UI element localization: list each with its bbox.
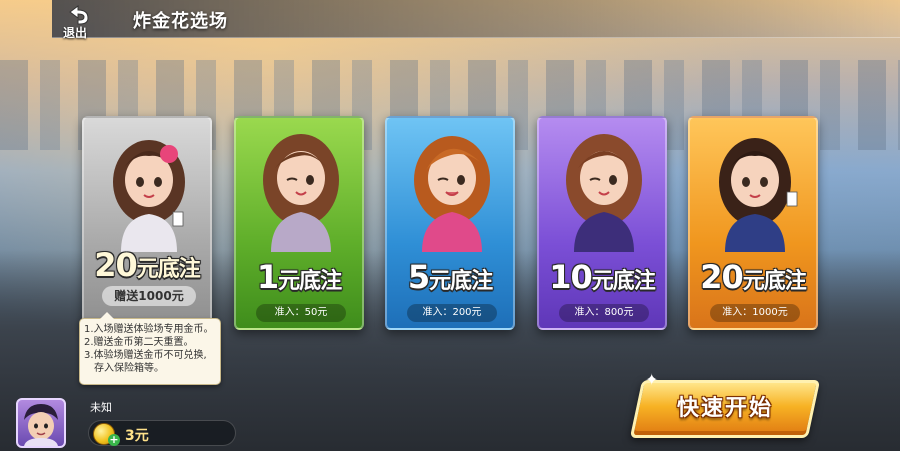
- stake-amount: 20: [700, 258, 744, 296]
- tooltip-line: 1.入场赠送体验场专用金币。: [84, 324, 214, 335]
- stake-label: 1元底注: [236, 258, 362, 296]
- stake-unit: 元底注: [591, 269, 656, 294]
- room-card-1[interactable]: 1元底注 准入：50元: [234, 116, 364, 330]
- coin-amount: 3元: [125, 428, 149, 444]
- tooltip-line: 存入保险箱等。: [94, 363, 164, 374]
- add-coins-button[interactable]: +: [108, 434, 120, 446]
- quick-start-label: 快速开始: [676, 396, 773, 421]
- player-avatar-icon: [24, 404, 58, 446]
- exit-label: 退出: [63, 26, 88, 40]
- dealer-girl-icon: [414, 136, 490, 252]
- entry-requirement: 准入：1000元: [710, 304, 800, 322]
- tooltip-arrow: [100, 312, 114, 319]
- tooltip-line: 3.体验场赠送金币不可兑换,: [84, 350, 207, 361]
- dealer-girl-icon: [719, 138, 798, 252]
- stake-unit: 元底注: [278, 269, 342, 294]
- room-card-trial[interactable]: 20元底注 赠送1000元: [82, 116, 212, 330]
- room-card-10[interactable]: 10元底注 准入：800元: [537, 116, 667, 330]
- stake-label: 5元底注: [387, 258, 513, 296]
- dealer-girl-icon: [113, 140, 185, 252]
- exit-button[interactable]: 退出: [58, 4, 98, 40]
- room-card-20[interactable]: 20元底注 准入：1000元: [688, 116, 818, 330]
- stake-unit: 元底注: [136, 257, 201, 282]
- room-card-5[interactable]: 5元底注 准入：200元: [385, 116, 515, 330]
- trial-room-tooltip: 1.入场赠送体验场专用金币。 2.赠送金币第二天重置。 3.体验场赠送金币不可兑…: [79, 312, 221, 385]
- bonus-badge: 赠送1000元: [102, 286, 196, 306]
- entry-requirement: 准入：200元: [407, 304, 497, 322]
- stake-amount: 5: [407, 258, 430, 296]
- page-title: 炸金花选场: [133, 11, 228, 32]
- entry-requirement: 准入：800元: [559, 304, 649, 322]
- dealer-girl-icon: [263, 134, 339, 252]
- tooltip-line: 2.赠送金币第二天重置。: [84, 337, 194, 348]
- coin-balance-bar: + 3元: [88, 420, 236, 446]
- stake-amount: 10: [549, 258, 593, 296]
- stake-label: 20元底注: [690, 258, 816, 296]
- stake-unit: 元底注: [742, 269, 807, 294]
- sparkle-icon: ✦: [645, 370, 659, 389]
- stake-label: 10元底注: [539, 258, 665, 296]
- stake-label: 20元底注: [84, 246, 210, 284]
- back-arrow-icon: [69, 5, 89, 25]
- stake-amount: 1: [256, 258, 279, 296]
- player-name: 未知: [90, 401, 112, 414]
- dealer-girl-icon: [566, 134, 642, 252]
- stake-unit: 元底注: [429, 269, 493, 294]
- entry-requirement: 准入：50元: [256, 304, 346, 322]
- quick-start-button[interactable]: 快速开始: [629, 380, 821, 438]
- player-avatar[interactable]: [16, 398, 66, 448]
- stake-amount: 20: [94, 246, 138, 284]
